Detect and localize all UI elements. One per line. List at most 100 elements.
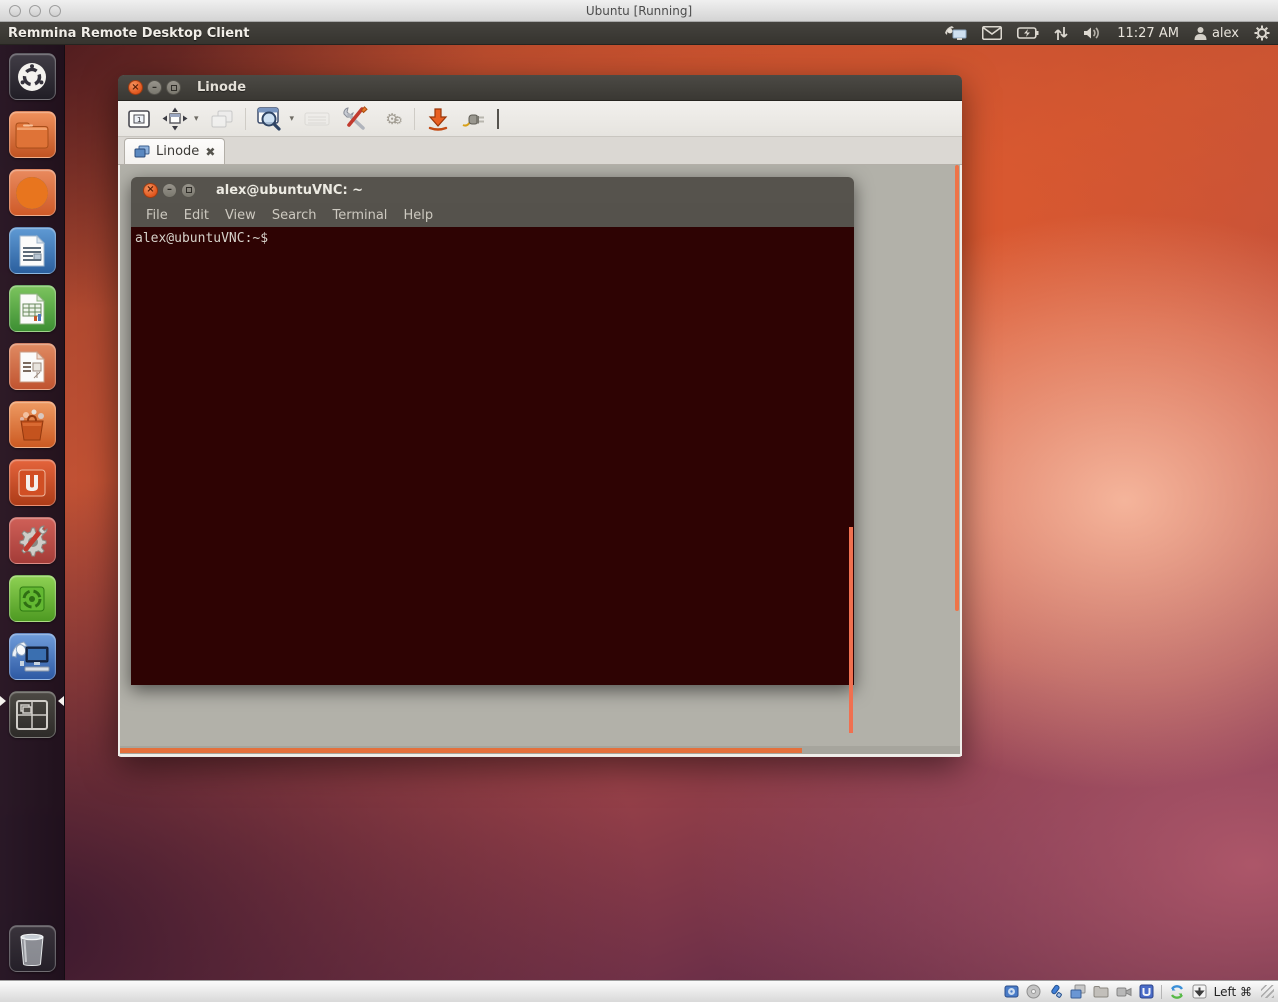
terminal-menubar: File Edit View Search Terminal Help bbox=[131, 203, 854, 227]
terminal-minimize-button[interactable]: – bbox=[162, 183, 177, 198]
keyboard-capture-icon[interactable] bbox=[1192, 984, 1207, 999]
optical-drive-icon[interactable] bbox=[1026, 984, 1041, 999]
window-maximize-button[interactable] bbox=[166, 80, 181, 95]
terminal-window: × – alex@ubuntuVNC: ~ File Edit View Sea… bbox=[131, 177, 854, 685]
mouse-integration-icon[interactable] bbox=[1169, 984, 1185, 1000]
launcher-item-software-center[interactable] bbox=[9, 401, 56, 448]
menu-search[interactable]: Search bbox=[264, 208, 325, 223]
user-icon bbox=[1194, 26, 1207, 40]
menu-file[interactable]: File bbox=[138, 208, 176, 223]
statusbar-separator bbox=[1161, 985, 1162, 999]
svg-text:1: 1 bbox=[137, 116, 141, 124]
guest-features-icon[interactable] bbox=[1139, 984, 1154, 999]
fit-window-button[interactable] bbox=[162, 105, 188, 133]
tab-linode[interactable]: Linode ✖ bbox=[124, 138, 225, 164]
launcher-item-software-updater[interactable] bbox=[9, 575, 56, 622]
shared-folders-icon[interactable] bbox=[1093, 985, 1109, 998]
terminal-maximize-button[interactable] bbox=[181, 183, 196, 198]
unity-launcher bbox=[0, 45, 65, 980]
workspace-grid-icon bbox=[15, 699, 49, 731]
launcher-item-libreoffice-calc[interactable] bbox=[9, 285, 56, 332]
host-key-label: Left ⌘ bbox=[1214, 985, 1252, 999]
menu-help[interactable]: Help bbox=[395, 208, 441, 223]
display-icon[interactable] bbox=[1116, 985, 1132, 998]
remote-desktop-view[interactable]: × – alex@ubuntuVNC: ~ File Edit View Sea… bbox=[118, 165, 962, 756]
launcher-item-files[interactable] bbox=[9, 111, 56, 158]
toolbar-separator bbox=[414, 108, 415, 130]
resize-grip[interactable] bbox=[1261, 985, 1274, 998]
terminal-titlebar[interactable]: × – alex@ubuntuVNC: ~ bbox=[131, 177, 854, 203]
gears-icon: ⚙⚙ bbox=[385, 110, 396, 128]
window-minimize-button[interactable]: – bbox=[147, 80, 162, 95]
network-arrows-icon[interactable] bbox=[1054, 26, 1068, 41]
shell-prompt: alex@ubuntuVNC:~$ bbox=[131, 227, 854, 246]
remote-vertical-scrollbar[interactable] bbox=[955, 165, 959, 611]
usb-icon[interactable] bbox=[1048, 984, 1063, 999]
plug-icon bbox=[461, 109, 487, 129]
firefox-icon bbox=[13, 174, 51, 212]
toolbar-cursor-line bbox=[497, 109, 499, 129]
focused-indicator-arrow bbox=[58, 696, 64, 706]
remote-horizontal-scrollbar[interactable] bbox=[120, 748, 802, 753]
hard-disks-icon[interactable] bbox=[1004, 984, 1019, 999]
session-gear-icon[interactable] bbox=[1254, 25, 1270, 41]
launcher-item-workspace-switcher[interactable] bbox=[9, 691, 56, 738]
clock[interactable]: 11:27 AM bbox=[1117, 26, 1179, 41]
volume-icon[interactable] bbox=[1083, 26, 1102, 40]
launcher-item-ubuntu-one[interactable] bbox=[9, 459, 56, 506]
remmina-toolbar: 1 ▾ ▾ ⚙⚙ bbox=[118, 101, 962, 137]
top-panel: Remmina Remote Desktop Client 11:27 AM a… bbox=[0, 22, 1278, 45]
fit-window-icon bbox=[162, 107, 188, 131]
remmina-icon bbox=[12, 639, 52, 675]
terminal-body[interactable]: alex@ubuntuVNC:~$ bbox=[131, 227, 854, 685]
tools-icon bbox=[340, 106, 368, 132]
user-menu[interactable]: alex bbox=[1194, 26, 1239, 41]
menu-view[interactable]: View bbox=[217, 208, 264, 223]
network-icon[interactable] bbox=[1070, 984, 1086, 999]
terminal-close-button[interactable]: × bbox=[143, 183, 158, 198]
vbox-statusbar: Left ⌘ bbox=[0, 980, 1278, 1002]
keyboard-grab-button[interactable] bbox=[304, 105, 330, 133]
running-indicator-arrow bbox=[0, 696, 6, 706]
calc-document-icon bbox=[17, 292, 47, 326]
fit-window-dropdown[interactable]: ▾ bbox=[194, 114, 199, 124]
fullscreen-button[interactable]: 1 bbox=[126, 105, 152, 133]
updater-icon bbox=[15, 582, 49, 616]
launcher-item-trash[interactable] bbox=[9, 925, 56, 972]
menu-edit[interactable]: Edit bbox=[176, 208, 217, 223]
ubuntu-one-icon bbox=[15, 466, 49, 500]
tab-label: Linode bbox=[156, 144, 199, 159]
tab-close-icon[interactable]: ✖ bbox=[205, 145, 215, 159]
menu-terminal[interactable]: Terminal bbox=[324, 208, 395, 223]
toolbar-separator bbox=[245, 108, 246, 130]
writer-document-icon bbox=[17, 234, 47, 268]
battery-icon[interactable] bbox=[1017, 27, 1039, 39]
launcher-item-firefox[interactable] bbox=[9, 169, 56, 216]
preferences-button[interactable]: ⚙⚙ bbox=[378, 105, 404, 133]
keyboard-icon bbox=[304, 111, 330, 127]
zoom-icon bbox=[256, 106, 284, 132]
duplicate-connection-button[interactable] bbox=[209, 105, 235, 133]
launcher-item-remmina[interactable] bbox=[9, 633, 56, 680]
zoom-button[interactable] bbox=[256, 105, 284, 133]
ubuntu-logo-icon bbox=[15, 60, 49, 94]
remmina-window: × – Linode 1 ▾ ▾ bbox=[118, 75, 962, 757]
terminal-scrollbar[interactable] bbox=[849, 527, 853, 733]
connection-tab-icon bbox=[134, 145, 150, 158]
disconnect-button[interactable] bbox=[461, 105, 487, 133]
zoom-dropdown[interactable]: ▾ bbox=[290, 114, 295, 124]
iconify-button[interactable] bbox=[425, 105, 451, 133]
launcher-item-libreoffice-impress[interactable] bbox=[9, 343, 56, 390]
launcher-item-libreoffice-writer[interactable] bbox=[9, 227, 56, 274]
remmina-tray-icon[interactable] bbox=[945, 25, 967, 41]
launcher-item-dash-home[interactable] bbox=[9, 53, 56, 100]
mail-icon[interactable] bbox=[982, 26, 1002, 40]
window-close-button[interactable]: × bbox=[128, 80, 143, 95]
shopping-bag-icon bbox=[14, 407, 50, 443]
tools-button[interactable] bbox=[340, 105, 368, 133]
launcher-item-system-settings[interactable] bbox=[9, 517, 56, 564]
remmina-titlebar[interactable]: × – Linode bbox=[118, 75, 962, 101]
impress-document-icon bbox=[17, 350, 47, 384]
remmina-tabbar: Linode ✖ bbox=[118, 137, 962, 165]
duplicate-icon bbox=[210, 109, 234, 129]
